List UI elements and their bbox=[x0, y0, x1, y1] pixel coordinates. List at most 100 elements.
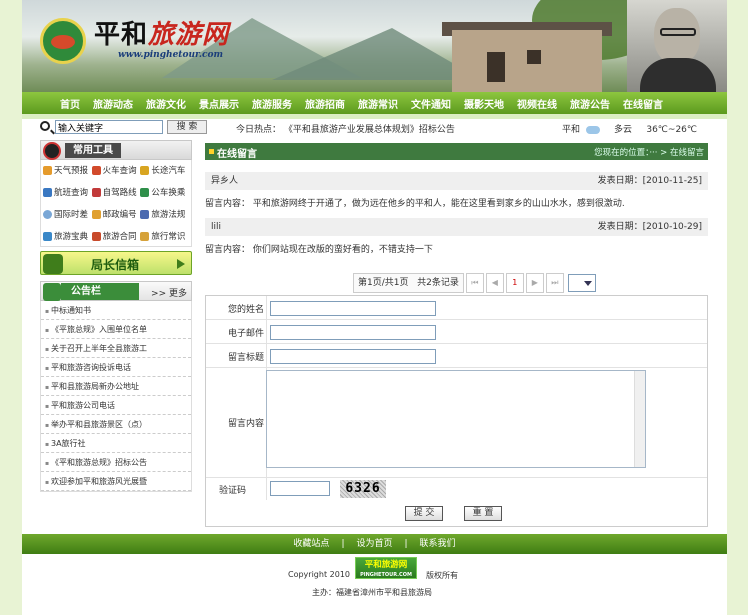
form-divider bbox=[266, 296, 267, 319]
nav-item-culture[interactable]: 旅游文化 bbox=[146, 96, 186, 111]
form-row-subject: 留言标题 bbox=[206, 344, 707, 368]
message-date: 发表日期：[2010-11-25] bbox=[597, 176, 702, 186]
notice-item[interactable]: 平和旅游公司电话 bbox=[41, 396, 191, 415]
tool-contract[interactable]: 旅游合同 bbox=[91, 230, 141, 242]
notice-list: 中标通知书 《平旅总规》入围单位名单 关于召开上半年全县旅游工 平和旅游咨询投诉… bbox=[40, 301, 192, 492]
page: 平和旅游网 www.pinghetour.com 首页 旅游动态 旅游文化 景点… bbox=[22, 0, 727, 615]
tool-train[interactable]: 火车查询 bbox=[91, 164, 141, 176]
tool-drive[interactable]: 自驾路线 bbox=[91, 186, 141, 198]
captcha-image[interactable]: 6326 bbox=[340, 480, 386, 498]
weather-city: 平和 bbox=[562, 125, 581, 135]
page-select[interactable] bbox=[567, 274, 596, 292]
message-header: lili 发表日期：[2010-10-29] bbox=[205, 218, 708, 236]
nav-item-announcements[interactable]: 旅游公告 bbox=[570, 96, 610, 111]
sidebar: 常用工具 天气预报 火车查询 长途汽车 航班查询 自驾路线 公车换乘 国际时差 … bbox=[40, 140, 192, 492]
site-logo-text[interactable]: 平和旅游网 bbox=[94, 14, 229, 51]
email-field[interactable] bbox=[270, 325, 436, 340]
nav-item-services[interactable]: 旅游服务 bbox=[252, 96, 292, 111]
code-label: 验证码 bbox=[218, 486, 246, 496]
tool-timezone[interactable]: 国际时差 bbox=[43, 208, 92, 220]
footer-link-homepage[interactable]: 设为首页 bbox=[356, 539, 392, 549]
chief-mailbox-button[interactable]: 局长信箱 bbox=[40, 251, 192, 275]
first-page-button[interactable]: ⏮ bbox=[465, 273, 484, 293]
form-row-name: 您的姓名 bbox=[206, 296, 707, 320]
house-window-graphic bbox=[527, 50, 541, 64]
search-input[interactable] bbox=[55, 120, 163, 134]
tool-guide[interactable]: 旅游宝典 bbox=[43, 230, 92, 242]
footer-link-bookmark[interactable]: 收藏站点 bbox=[293, 539, 329, 549]
message-header: 异乡人 发表日期：[2010-11-25] bbox=[205, 172, 708, 190]
footer-links: 收藏站点 | 设为首页 | 联系我们 bbox=[22, 534, 727, 554]
main-nav: 首页 旅游动态 旅游文化 景点展示 旅游服务 旅游招商 旅游常识 文件通知 摄影… bbox=[22, 92, 727, 114]
name-field[interactable] bbox=[270, 301, 436, 316]
last-page-button[interactable]: ⏭ bbox=[545, 273, 564, 293]
form-row-email: 电子邮件 bbox=[206, 320, 707, 344]
notice-item[interactable]: 3A旅行社 bbox=[41, 434, 191, 453]
tools-header: 常用工具 bbox=[40, 140, 192, 160]
hot-link[interactable]: 《平和县旅游产业发展总体规划》招标公告 bbox=[284, 125, 455, 135]
footer-link-contact[interactable]: 联系我们 bbox=[420, 539, 456, 549]
host-info: 主办：福建省漳州市平和县旅游局 bbox=[312, 588, 432, 597]
hot-topics: 今日热点： 《平和县旅游产业发展总体规划》招标公告 bbox=[236, 122, 455, 135]
clock-icon bbox=[43, 209, 52, 219]
nav-item-investment[interactable]: 旅游招商 bbox=[305, 96, 345, 111]
notice-item[interactable]: 《平和旅游总规》招标公告 bbox=[41, 453, 191, 472]
nav-item-home[interactable]: 首页 bbox=[60, 96, 80, 111]
arrow-right-icon bbox=[177, 259, 185, 269]
search-button[interactable]: 搜 索 bbox=[167, 120, 207, 134]
notice-item[interactable]: 关于召开上半年全县旅游工 bbox=[41, 339, 191, 358]
tool-weather[interactable]: 天气预报 bbox=[43, 164, 92, 176]
tool-bus[interactable]: 长途汽车 bbox=[140, 164, 189, 176]
notice-item[interactable]: 《平旅总规》入围单位名单 bbox=[41, 320, 191, 339]
tool-flight[interactable]: 航班查询 bbox=[43, 186, 92, 198]
nav-item-video[interactable]: 视频在线 bbox=[517, 96, 557, 111]
speaker-icon bbox=[43, 283, 61, 301]
weather-icon bbox=[43, 165, 52, 175]
footer-logo: 平和旅游网 PINGHETOUR.COM bbox=[355, 557, 417, 579]
nav-item-notices[interactable]: 文件通知 bbox=[411, 96, 451, 111]
notice-title: 公告栏 bbox=[61, 283, 139, 300]
tools-icon bbox=[43, 142, 61, 160]
form-row-content: 留言内容 bbox=[206, 368, 707, 478]
next-page-button[interactable]: ▶ bbox=[525, 273, 544, 293]
tool-transit[interactable]: 公车换乘 bbox=[140, 186, 189, 198]
message-date: 发表日期：[2010-10-29] bbox=[597, 222, 702, 232]
prev-page-button[interactable]: ◀ bbox=[485, 273, 504, 293]
tool-postcode[interactable]: 邮政编号 bbox=[91, 208, 141, 220]
submit-button[interactable]: 提 交 bbox=[405, 506, 443, 521]
page-number-button[interactable]: 1 bbox=[505, 273, 524, 293]
site-logo-icon[interactable] bbox=[40, 18, 86, 64]
notice-board: 公告栏 >> 更多 中标通知书 《平旅总规》入围单位名单 关于召开上半年全县旅游… bbox=[40, 281, 192, 492]
reset-button[interactable]: 重 置 bbox=[464, 506, 502, 521]
notice-item[interactable]: 平和县旅游局新办公地址 bbox=[41, 377, 191, 396]
tool-laws[interactable]: 旅游法规 bbox=[140, 208, 189, 220]
message-content: 留言内容： 你们网站现在改版的蛮好看的，不错支持一下 bbox=[205, 245, 433, 255]
footer-sep: | bbox=[341, 539, 345, 549]
nav-item-photos[interactable]: 摄影天地 bbox=[464, 96, 504, 111]
tool-tips[interactable]: 旅行常识 bbox=[140, 230, 189, 242]
notice-header: 公告栏 >> 更多 bbox=[40, 281, 192, 301]
bullet-icon bbox=[209, 149, 214, 154]
content-textarea[interactable] bbox=[266, 370, 646, 468]
notice-more-link[interactable]: >> 更多 bbox=[151, 286, 187, 299]
weather-temp: 36℃~26℃ bbox=[646, 125, 698, 135]
notice-item[interactable]: 平和旅游咨询投诉电话 bbox=[41, 358, 191, 377]
section-title: 在线留言 bbox=[217, 149, 257, 160]
chief-mailbox-label: 局长信箱 bbox=[91, 258, 140, 272]
tools-grid: 天气预报 火车查询 长途汽车 航班查询 自驾路线 公车换乘 国际时差 邮政编号 … bbox=[40, 160, 192, 247]
notice-item[interactable]: 举办平和县旅游景区（点） bbox=[41, 415, 191, 434]
subject-field[interactable] bbox=[270, 349, 436, 364]
nav-item-tips[interactable]: 旅游常识 bbox=[358, 96, 398, 111]
cloud-icon bbox=[586, 125, 601, 134]
mail-icon bbox=[91, 209, 101, 219]
message-author: 异乡人 bbox=[211, 176, 239, 186]
bus-stop-icon bbox=[140, 187, 150, 197]
notice-item[interactable]: 欢迎参加平和旅游风光展暨 bbox=[41, 472, 191, 491]
nav-item-guestbook[interactable]: 在线留言 bbox=[623, 96, 663, 111]
site-url: www.pinghetour.com bbox=[118, 50, 224, 60]
book-icon bbox=[140, 209, 150, 219]
nav-item-news[interactable]: 旅游动态 bbox=[93, 96, 133, 111]
code-field[interactable] bbox=[270, 481, 330, 496]
nav-item-scenery[interactable]: 景点展示 bbox=[199, 96, 239, 111]
notice-item[interactable]: 中标通知书 bbox=[41, 301, 191, 320]
